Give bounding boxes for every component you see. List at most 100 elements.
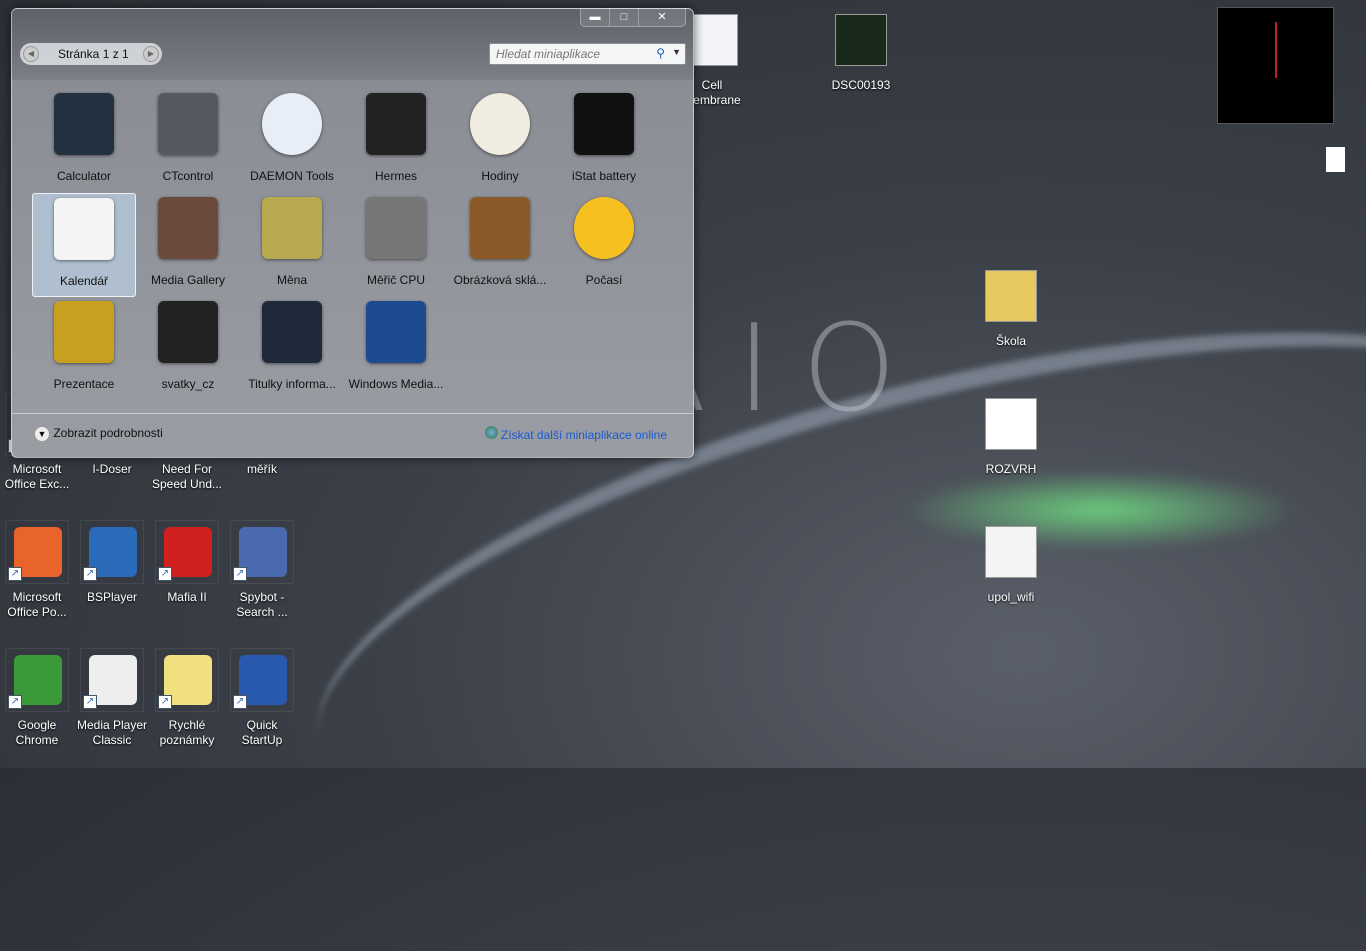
shortcut-icon: ↗ [5,520,69,584]
page-label: Stránka 1 z 1 [58,47,129,61]
desktop-small-rect [1326,147,1345,172]
gadget-icon [470,93,530,155]
shortcut-icon: ↗ [230,648,294,712]
gadget-item[interactable]: Měřič CPU [344,193,448,297]
desktop-icon[interactable]: ROZVRH [975,392,1047,477]
file-icon [829,8,893,72]
shortcut-icon: ↗ [5,648,69,712]
desktop-icon[interactable]: ↗ Quick StartUp [226,648,298,748]
gadget-label: Kalendář [59,274,109,288]
shortcut-arrow-icon: ↗ [233,695,247,709]
shortcut-icon: ↗ [155,648,219,712]
gadget-icon [54,301,114,363]
desktop-icon-label: DSC00193 [831,78,891,92]
gadget-item[interactable]: Prezentace [32,297,136,401]
desktop-icon-label: Mafia II [167,590,207,604]
next-page-button[interactable]: ▶ [143,46,159,62]
gadget-item[interactable]: Kalendář [32,193,136,297]
gadget-label: Měna [276,273,308,287]
globe-icon [484,426,498,439]
clock-hand [1275,22,1277,78]
desktop-icon[interactable]: upol_wifi [975,520,1047,605]
desktop-icon-label: Quick StartUp [241,718,283,747]
desktop-icon[interactable]: ↗ Spybot - Search ... [226,520,298,620]
gadget-label: Hermes [374,169,417,183]
shortcut-arrow-icon: ↗ [8,567,22,581]
gadget-item[interactable]: iStat battery [552,89,656,193]
desktop-icon[interactable]: ↗ BSPlayer [76,520,148,605]
gadget-label: Windows Media... [348,377,444,391]
wallpaper-glow [900,470,1300,550]
gadget-icon [54,198,114,260]
chevron-down-icon[interactable]: ▼ [672,47,681,57]
gadget-item[interactable]: Měna [240,193,344,297]
gadget-item[interactable]: Počasí [552,193,656,297]
gadget-item[interactable]: Hodiny [448,89,552,193]
gadget-item[interactable]: Obrázková sklá... [448,193,552,297]
gadget-label: Titulky informa... [248,377,336,391]
gadget-item[interactable]: Calculator [32,89,136,193]
desktop-icon[interactable]: ↗ Mafia II [151,520,223,605]
desktop-icon[interactable]: DSC00193 [825,8,897,93]
shortcut-icon: ↗ [155,520,219,584]
details-label: Zobrazit podrobnosti [53,426,163,440]
gadget-label: Počasí [585,273,623,287]
get-more-gadgets-link[interactable]: Získat další miniaplikace online [484,426,667,442]
shortcut-icon: ↗ [80,520,144,584]
gadget-label: Obrázková sklá... [453,273,547,287]
gadget-icon [574,93,634,155]
gadget-item[interactable]: svatky_cz [136,297,240,401]
shortcut-arrow-icon: ↗ [233,567,247,581]
gadget-item[interactable]: Hermes [344,89,448,193]
window-footer: ▼ Zobrazit podrobnosti Získat další mini… [12,413,693,457]
online-link-label: Získat další miniaplikace online [500,428,667,442]
gadget-item[interactable]: DAEMON Tools [240,89,344,193]
search-icon[interactable]: ⚲ [656,46,665,60]
page-navigator: ◀ Stránka 1 z 1 ▶ [20,43,162,65]
shortcut-icon: ↗ [80,648,144,712]
desktop-icon-label: BSPlayer [86,590,138,604]
prev-page-button[interactable]: ◀ [23,46,39,62]
desktop-icon-label: ROZVRH [985,462,1037,476]
desktop-icon-label: Microsoft Office Po... [7,590,67,619]
gadget-gallery-window: ▬ □ ✕ ◀ Stránka 1 z 1 ▶ Hledat miniaplik… [11,8,694,458]
desktop-icon[interactable]: ↗ Media Player Classic [76,648,148,748]
minimize-button[interactable]: ▬ [581,8,610,26]
clock-gadget[interactable] [1217,7,1334,124]
close-button[interactable]: ✕ [639,8,685,26]
shortcut-arrow-icon: ↗ [83,695,97,709]
shortcut-arrow-icon: ↗ [158,695,172,709]
gadget-icon [158,93,218,155]
desktop-icon-label: Need For Speed Und... [151,462,223,491]
desktop-icon-label: I-Doser [92,462,132,476]
shortcut-arrow-icon: ↗ [83,567,97,581]
gadget-icon [470,197,530,259]
desktop-icon[interactable]: ↗ Google Chrome [1,648,73,748]
gadget-label: Calculator [56,169,112,183]
gadget-label: Prezentace [53,377,115,391]
gadget-item[interactable]: CTcontrol [136,89,240,193]
gadget-icon [54,93,114,155]
gadget-icon [366,197,426,259]
gadget-item[interactable]: Titulky informa... [240,297,344,401]
desktop-icon[interactable]: Škola [975,264,1047,349]
file-icon [979,392,1043,456]
desktop-icon[interactable]: ↗ Rychlé poznámky [151,648,223,748]
gadget-label: DAEMON Tools [250,169,334,183]
chevron-down-icon: ▼ [34,426,50,442]
gadget-item[interactable]: Media Gallery [136,193,240,297]
desktop-icon-label: Spybot - Search ... [236,590,288,619]
shortcut-arrow-icon: ↗ [158,567,172,581]
search-input[interactable]: Hledat miniaplikace ⚲ ▼ [489,43,686,65]
desktop-icon-label: Google Chrome [15,718,59,747]
gadget-icon [262,301,322,363]
maximize-button[interactable]: □ [610,8,639,26]
details-toggle[interactable]: ▼ Zobrazit podrobnosti [34,426,163,442]
gadget-item[interactable]: Windows Media... [344,297,448,401]
desktop-icon-label: upol_wifi [987,590,1035,604]
gadget-label: Hodiny [481,169,519,183]
window-controls: ▬ □ ✕ [580,8,686,27]
desktop-icon-label: Microsoft Office Exc... [4,462,70,491]
gadget-label: Měřič CPU [366,273,425,287]
desktop-icon[interactable]: ↗ Microsoft Office Po... [1,520,73,620]
